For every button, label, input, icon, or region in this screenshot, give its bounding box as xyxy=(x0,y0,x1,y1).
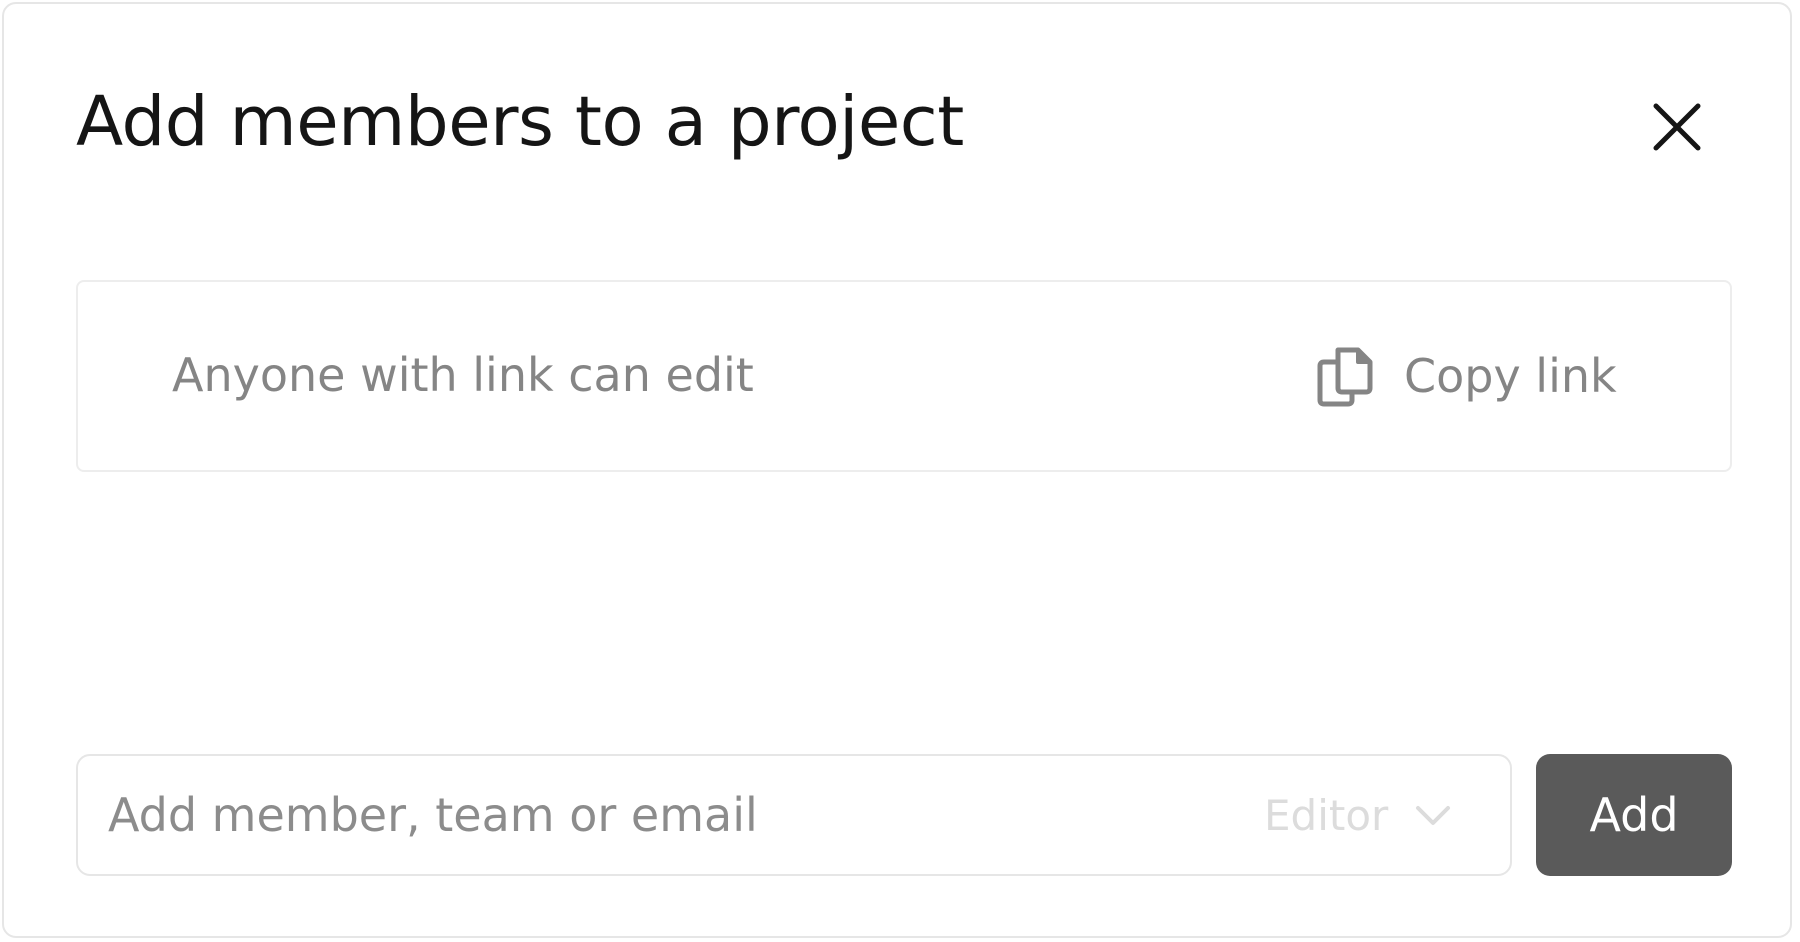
share-link-panel: Anyone with link can edit Copy link xyxy=(76,280,1732,472)
add-button[interactable]: Add xyxy=(1536,754,1732,876)
copy-link-button[interactable]: Copy link xyxy=(1312,336,1617,416)
close-icon xyxy=(1653,103,1701,151)
add-member-field: Editor xyxy=(76,754,1512,876)
role-select[interactable]: Editor xyxy=(1264,780,1454,850)
copy-icon xyxy=(1317,347,1373,407)
member-search-input[interactable] xyxy=(108,778,1218,852)
dialog-title: Add members to a project xyxy=(76,82,964,162)
copy-link-label: Copy link xyxy=(1404,349,1617,403)
add-members-dialog: Add members to a project Anyone with lin… xyxy=(2,2,1792,938)
role-select-label: Editor xyxy=(1264,790,1389,840)
close-button[interactable] xyxy=(1644,94,1710,160)
chevron-down-icon xyxy=(1416,806,1451,825)
link-permission-text: Anyone with link can edit xyxy=(172,348,754,402)
